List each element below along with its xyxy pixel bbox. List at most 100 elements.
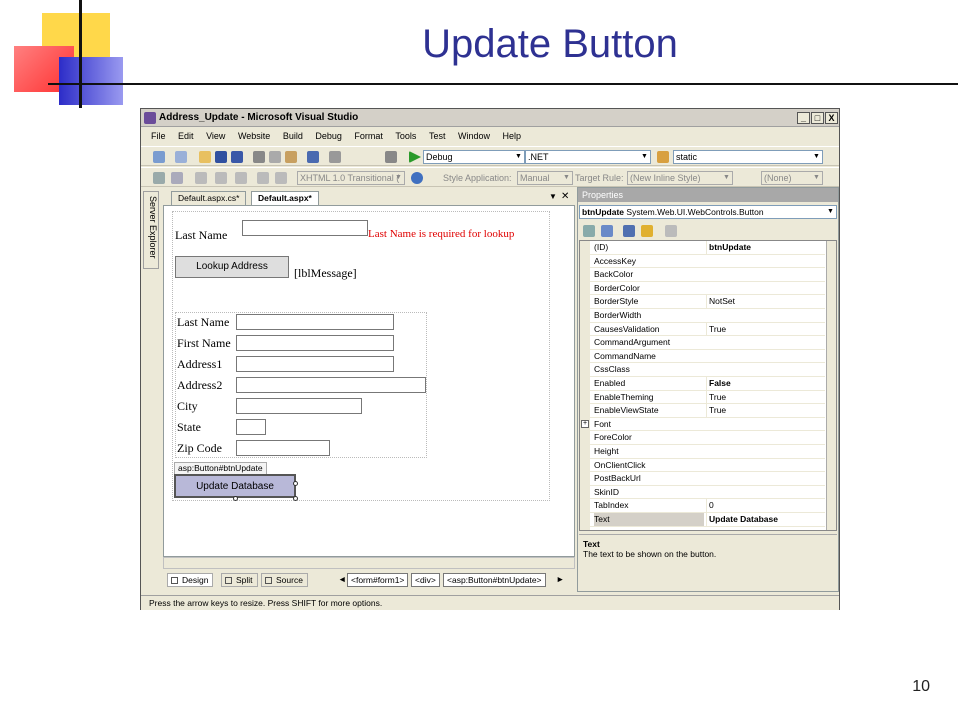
menu-help[interactable]: Help [503, 131, 522, 141]
property-row[interactable]: BackColor [580, 268, 825, 282]
copy-icon[interactable] [269, 151, 281, 163]
property-row[interactable]: ForeColor [580, 431, 825, 445]
object-selector[interactable]: btnUpdate System.Web.UI.WebControls.Butt… [579, 205, 837, 219]
property-value[interactable]: Update Database [706, 513, 824, 526]
field-state-input[interactable] [236, 419, 266, 435]
save-all-icon[interactable] [231, 151, 243, 163]
property-value[interactable]: 0 [706, 499, 824, 513]
property-row[interactable]: AccessKey [580, 254, 825, 269]
save-icon[interactable] [215, 151, 227, 163]
menu-debug[interactable]: Debug [315, 131, 342, 141]
property-value[interactable]: True [706, 404, 824, 418]
crumb-div[interactable]: <div> [411, 573, 440, 587]
tab-source[interactable]: Source [261, 573, 308, 587]
property-row[interactable]: (ID) btnUpdate [580, 241, 825, 255]
property-row[interactable]: BorderStyle NotSet [580, 295, 825, 309]
property-value[interactable]: btnUpdate [706, 241, 824, 254]
tab-design[interactable]: Design [167, 573, 214, 587]
expand-icon[interactable]: + [581, 419, 589, 428]
minimize-button[interactable]: _ [797, 112, 810, 124]
outdent-icon[interactable] [235, 172, 247, 184]
indent-icon[interactable] [195, 172, 207, 184]
menu-tools[interactable]: Tools [395, 131, 416, 141]
property-value[interactable]: True [706, 322, 824, 336]
list-icon[interactable] [257, 172, 269, 184]
property-row[interactable]: Text Update Database [580, 513, 825, 527]
design-surface[interactable]: Last Name Last Name is required for look… [163, 205, 575, 557]
tab-default-aspx[interactable]: Default.aspx* [251, 191, 319, 205]
navigate-icon[interactable] [385, 151, 397, 163]
field-address2-input[interactable] [236, 377, 426, 393]
field-address1-input[interactable] [236, 356, 394, 372]
cut-icon[interactable] [253, 151, 265, 163]
crumb-right-arrow[interactable]: ► [553, 573, 567, 587]
menu-edit[interactable]: Edit [178, 131, 194, 141]
property-row[interactable]: BorderColor [580, 281, 825, 296]
property-value[interactable]: True [706, 390, 824, 404]
tab-default-aspx-cs[interactable]: Default.aspx.cs* [171, 191, 247, 205]
property-row[interactable]: Font + [580, 417, 825, 432]
property-row[interactable]: CommandArgument [580, 336, 825, 350]
property-row[interactable]: PostBackUrl [580, 472, 825, 486]
platform-dropdown[interactable]: .NET ▼ [525, 150, 651, 164]
horizontal-scrollbar[interactable] [163, 557, 575, 569]
new-project-icon[interactable] [153, 151, 165, 163]
tab-list-icon[interactable]: ▼ [549, 192, 557, 201]
menu-format[interactable]: Format [354, 131, 383, 141]
update-database-button[interactable]: Update Database [174, 474, 296, 498]
categorized-icon[interactable] [583, 225, 595, 237]
property-row[interactable]: BorderWidth [580, 309, 825, 323]
server-explorer-tab[interactable]: Server Explorer [143, 191, 159, 269]
tab-split[interactable]: Split [221, 573, 258, 587]
menu-view[interactable]: View [206, 131, 225, 141]
property-row[interactable]: OnClientClick [580, 458, 825, 473]
menu-website[interactable]: Website [238, 131, 270, 141]
property-grid[interactable]: (ID) btnUpdate AccessKey BackColor BorderCol… [579, 240, 837, 531]
check-accessibility-icon[interactable] [411, 172, 423, 184]
property-pages-icon[interactable] [665, 225, 677, 237]
menu-file[interactable]: File [151, 131, 166, 141]
lookup-last-name-input[interactable] [242, 220, 368, 236]
format-icon[interactable] [171, 172, 183, 184]
property-row[interactable]: CssClass [580, 363, 825, 377]
resize-handle[interactable] [293, 496, 298, 501]
property-row[interactable]: Enabled False [580, 377, 825, 391]
schema-dropdown[interactable]: XHTML 1.0 Transitional (▼ [297, 171, 405, 185]
redo-icon[interactable] [329, 151, 341, 163]
target-rule-dropdown[interactable]: (New Inline Style) ▼ [627, 171, 733, 185]
config-dropdown[interactable]: Debug ▼ [423, 150, 525, 164]
style-application-dropdown[interactable]: Manual ▼ [517, 171, 573, 185]
lookup-address-button[interactable]: Lookup Address [175, 256, 289, 278]
property-row[interactable]: CausesValidation True [580, 322, 825, 337]
list-icon[interactable] [275, 172, 287, 184]
property-row[interactable]: TabIndex 0 [580, 499, 825, 513]
field-first-name-input[interactable] [236, 335, 394, 351]
property-row[interactable]: EnableViewState True [580, 404, 825, 418]
properties-icon[interactable] [623, 225, 635, 237]
crumb-form[interactable]: <form#form1> [347, 573, 409, 587]
property-row[interactable]: EnableTheming True [580, 390, 825, 405]
open-icon[interactable] [199, 151, 211, 163]
close-button[interactable]: X [825, 112, 838, 124]
property-value[interactable]: False [706, 377, 824, 390]
property-row[interactable]: SkinID [580, 485, 825, 500]
crumb-button[interactable]: <asp:Button#btnUpdate> [443, 573, 546, 587]
find-combo[interactable]: static ▼ [673, 150, 823, 164]
property-row[interactable]: Height [580, 445, 825, 459]
field-zip-code-input[interactable] [236, 440, 330, 456]
resize-handle[interactable] [293, 481, 298, 486]
undo-icon[interactable] [307, 151, 319, 163]
tab-close-icon[interactable]: ✕ [561, 191, 569, 202]
property-row[interactable]: ToolTip [580, 526, 825, 530]
alphabetical-icon[interactable] [601, 225, 613, 237]
resize-handle[interactable] [233, 496, 238, 501]
field-city-input[interactable] [236, 398, 362, 414]
add-item-icon[interactable] [175, 151, 187, 163]
menu-test[interactable]: Test [429, 131, 446, 141]
field-last-name-input[interactable] [236, 314, 394, 330]
menu-window[interactable]: Window [458, 131, 490, 141]
outdent-icon[interactable] [215, 172, 227, 184]
start-debug-icon[interactable] [409, 151, 421, 163]
property-grid-scrollbar[interactable] [826, 241, 836, 530]
property-value[interactable]: NotSet [706, 295, 824, 309]
